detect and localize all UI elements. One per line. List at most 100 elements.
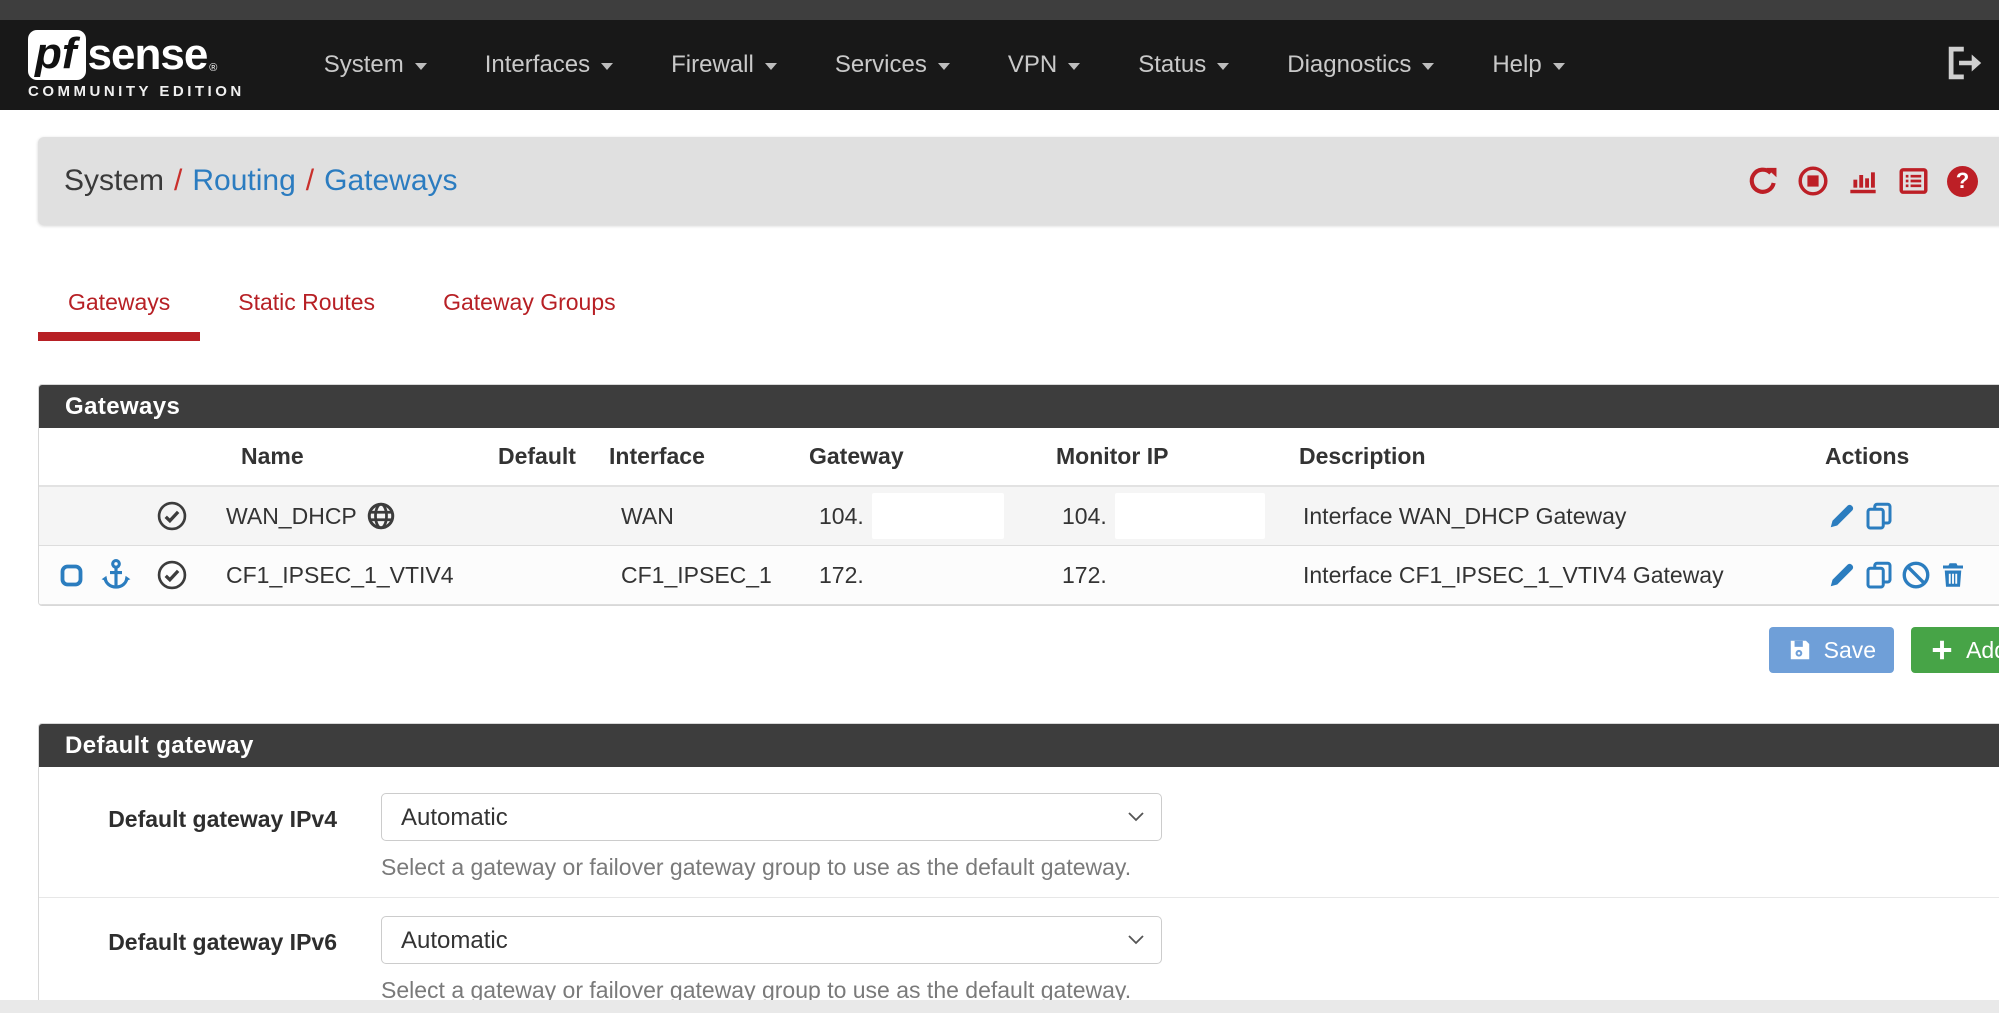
square-icon xyxy=(58,562,85,589)
add-button-label: Add xyxy=(1966,637,1999,664)
globe-icon xyxy=(366,501,396,531)
tab-gateway-groups[interactable]: Gateway Groups xyxy=(413,275,646,341)
table-row: WAN_DHCP WAN 104. 104. Inte xyxy=(39,487,1999,546)
breadcrumb-gateways-link[interactable]: Gateways xyxy=(324,164,457,198)
ipv4-help-text: Select a gateway or failover gateway gro… xyxy=(381,854,1162,881)
top-navbar: pf sense ® COMMUNITY EDITION System Inte… xyxy=(0,20,1999,110)
logo-tagline: COMMUNITY EDITION xyxy=(28,83,245,100)
help-icon[interactable]: ? xyxy=(1947,166,1978,197)
copy-icon[interactable] xyxy=(1864,560,1894,590)
ban-icon[interactable] xyxy=(1901,560,1931,590)
chevron-down-icon xyxy=(1068,63,1080,70)
tab-bar: Gateways Static Routes Gateway Groups xyxy=(38,275,1999,341)
gateways-panel: Gateways Name Default Interface Gateway … xyxy=(38,384,1999,606)
chevron-down-icon xyxy=(415,63,427,70)
add-button[interactable]: Add xyxy=(1911,627,1999,673)
row-actions xyxy=(1819,501,1999,531)
nav-item-label: VPN xyxy=(1008,51,1057,79)
log-icon[interactable] xyxy=(1897,165,1930,197)
gateway-name-cell: WAN_DHCP xyxy=(211,501,494,531)
col-header-name: Name xyxy=(211,443,494,470)
tab-gateways[interactable]: Gateways xyxy=(38,275,200,341)
gateway-ip-cell: 172. xyxy=(804,562,1054,589)
table-header-row: Name Default Interface Gateway Monitor I… xyxy=(39,428,1999,487)
monitor-ip-cell: 172. xyxy=(1054,562,1284,589)
chevron-down-icon xyxy=(1422,63,1434,70)
gateway-ip-cell: 104. xyxy=(804,493,1054,539)
nav-item-label: Status xyxy=(1138,51,1206,79)
chevron-down-icon xyxy=(601,63,613,70)
col-header-interface: Interface xyxy=(589,443,804,470)
trash-icon[interactable] xyxy=(1938,560,1968,590)
tab-static-routes[interactable]: Static Routes xyxy=(208,275,405,341)
ipv6-label: Default gateway IPv6 xyxy=(39,916,337,1000)
check-circle-icon xyxy=(156,500,188,532)
nav-item-system[interactable]: System xyxy=(295,20,456,110)
gateway-name: WAN_DHCP xyxy=(226,503,357,530)
form-group-ipv4: Default gateway IPv4 Automatic Select a … xyxy=(39,793,1999,895)
default-gateway-ipv4-select[interactable]: Automatic xyxy=(381,793,1162,841)
edit-icon[interactable] xyxy=(1827,501,1857,531)
save-button-label: Save xyxy=(1824,637,1876,664)
interface-cell: WAN xyxy=(589,503,804,530)
nav-item-firewall[interactable]: Firewall xyxy=(642,20,806,110)
stop-icon[interactable] xyxy=(1797,165,1829,197)
ipv6-help-text: Select a gateway or failover gateway gro… xyxy=(381,977,1162,1000)
edit-icon[interactable] xyxy=(1827,560,1857,590)
chevron-down-icon xyxy=(1553,63,1565,70)
gateway-ip: 172. xyxy=(819,562,864,589)
window-top-strip xyxy=(0,0,1999,20)
save-button[interactable]: Save xyxy=(1769,627,1894,673)
logo-sense: sense xyxy=(88,30,208,80)
nav-item-label: Help xyxy=(1492,51,1541,79)
table-buttons: Save Add xyxy=(38,627,1999,673)
pfsense-logo[interactable]: pf sense ® COMMUNITY EDITION xyxy=(28,30,245,100)
row-actions xyxy=(1819,560,1999,590)
nav-item-interfaces[interactable]: Interfaces xyxy=(456,20,642,110)
nav-item-status[interactable]: Status xyxy=(1109,20,1258,110)
copy-icon[interactable] xyxy=(1864,501,1894,531)
description-cell: Interface CF1_IPSEC_1_VTIV4 Gateway xyxy=(1284,562,1819,589)
redaction-box xyxy=(1115,493,1265,539)
nav-item-label: Services xyxy=(835,51,927,79)
gateway-ip: 104. xyxy=(819,503,864,530)
col-header-default: Default xyxy=(494,443,589,470)
table-row: CF1_IPSEC_1_VTIV4 CF1_IPSEC_1 172. 172. … xyxy=(39,546,1999,605)
gateway-name-cell: CF1_IPSEC_1_VTIV4 xyxy=(211,562,494,589)
breadcrumb-separator: / xyxy=(174,164,182,198)
nav-item-help[interactable]: Help xyxy=(1463,20,1593,110)
nav-item-label: Firewall xyxy=(671,51,754,79)
row-status-icons xyxy=(39,500,211,532)
row-status-icons xyxy=(39,557,211,593)
default-gateway-form: Default gateway IPv4 Automatic Select a … xyxy=(39,767,1999,1000)
default-gateway-panel: Default gateway Default gateway IPv4 Aut… xyxy=(38,723,1999,1000)
ipv4-label: Default gateway IPv4 xyxy=(39,793,337,881)
col-header-monitor-ip: Monitor IP xyxy=(1054,443,1284,470)
nav-item-label: System xyxy=(324,51,404,79)
gateways-panel-title: Gateways xyxy=(39,385,1999,428)
chevron-down-icon xyxy=(938,63,950,70)
breadcrumb-actions: ? xyxy=(1746,165,1978,197)
chevron-down-icon xyxy=(765,63,777,70)
nav-menu: System Interfaces Firewall Services VPN … xyxy=(295,20,1594,110)
logo-pf: pf xyxy=(28,30,86,80)
nav-item-diagnostics[interactable]: Diagnostics xyxy=(1258,20,1463,110)
page: pf sense ® COMMUNITY EDITION System Inte… xyxy=(0,0,1999,1000)
default-gateway-panel-title: Default gateway xyxy=(39,724,1999,767)
breadcrumb-system: System xyxy=(64,164,164,198)
breadcrumb-routing-link[interactable]: Routing xyxy=(192,164,295,198)
plus-icon xyxy=(1929,637,1955,663)
col-header-description: Description xyxy=(1284,443,1819,470)
form-group-ipv6: Default gateway IPv6 Automatic Select a … xyxy=(39,897,1999,1000)
monitor-ip: 104. xyxy=(1062,503,1107,530)
nav-item-label: Diagnostics xyxy=(1287,51,1411,79)
nav-item-label: Interfaces xyxy=(485,51,590,79)
refresh-icon[interactable] xyxy=(1746,165,1780,197)
col-header-gateway: Gateway xyxy=(804,443,1054,470)
chart-bar-icon[interactable] xyxy=(1846,165,1880,197)
sign-out-icon[interactable] xyxy=(1943,44,1985,87)
nav-item-vpn[interactable]: VPN xyxy=(979,20,1109,110)
content-area: System / Routing / Gateways xyxy=(38,137,1999,1000)
nav-item-services[interactable]: Services xyxy=(806,20,979,110)
default-gateway-ipv6-select[interactable]: Automatic xyxy=(381,916,1162,964)
